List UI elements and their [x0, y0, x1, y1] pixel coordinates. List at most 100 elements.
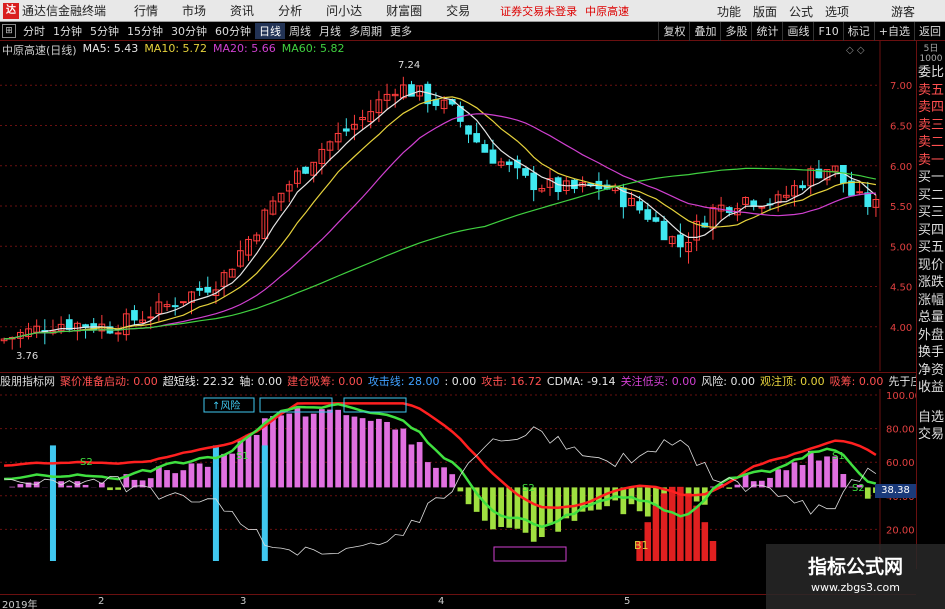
order-book-sidebar: 5日 1000 委比 卖五 卖四 卖三 卖二 卖一 买一 买二 买三 买四 买五 现价 涨跌 涨幅 总量 外盘换…	[916, 41, 945, 569]
indicator-value: 先于庄家: 0.00	[888, 375, 916, 388]
side-label[interactable]: 自选	[917, 409, 945, 427]
side-label[interactable]: 买四	[917, 222, 945, 240]
indicator-name[interactable]: 股朋指标网	[0, 373, 55, 389]
ma-legend: 中原高速(日线) MA5: 5.43 MA10: 5.72 MA20: 5.66…	[2, 42, 344, 58]
ma10-value: MA10: 5.72	[144, 42, 208, 55]
menu-item-market[interactable]: 市场	[170, 2, 218, 19]
indicator-bar	[408, 444, 415, 488]
side-label[interactable]: 买一	[917, 169, 945, 187]
indicator-bar	[807, 450, 814, 488]
candle-down	[530, 172, 538, 191]
side-label[interactable]: 交易	[917, 426, 945, 444]
stock-notice: 中原高速	[585, 4, 630, 18]
login-notice[interactable]: 证券交易未登录	[500, 3, 577, 19]
tool-button[interactable]: 复权	[658, 22, 689, 41]
period-tab[interactable]: 15分钟	[123, 23, 167, 39]
candle-down	[131, 310, 138, 321]
side-label[interactable]: 买五	[917, 239, 945, 257]
side-label[interactable]: 涨幅	[917, 292, 945, 310]
menu-item-function[interactable]: 功能	[711, 3, 747, 20]
period-tab-more[interactable]: 更多	[386, 23, 416, 39]
period-tab[interactable]: 5分钟	[86, 23, 123, 39]
grid-icon[interactable]: ⊞	[2, 24, 16, 38]
side-label[interactable]: 现价	[917, 257, 945, 275]
indicator-bar	[604, 487, 610, 507]
indicator-header: 股朋指标网 聚价准备启动: 0.00 超短线: 22.32 轴: 0.00 建仓吸筹: …	[0, 372, 916, 389]
period-tab-daily[interactable]: 日线	[255, 23, 285, 39]
side-label[interactable]: 涨跌	[917, 274, 945, 292]
period-tab[interactable]: 周线	[285, 23, 315, 39]
menu-item-wealth[interactable]: 财富圈	[374, 2, 434, 19]
menu-item-formula[interactable]: 公式	[783, 3, 819, 20]
menu-item-ask[interactable]: 问小达	[314, 2, 374, 19]
side-label[interactable]: 买三	[917, 204, 945, 222]
period-tab[interactable]: 60分钟	[211, 23, 255, 39]
indicator-bar	[335, 409, 341, 488]
candle-down	[571, 179, 578, 189]
candle-down	[636, 201, 643, 211]
tool-button[interactable]: 画线	[782, 22, 813, 41]
indicator-bar	[465, 487, 472, 505]
period-tab[interactable]: 30分钟	[167, 23, 211, 39]
side-label[interactable]: 卖四	[917, 99, 945, 117]
side-label[interactable]: 卖三	[917, 117, 945, 135]
indicator-value: 建仓吸筹: 0.00	[287, 375, 363, 388]
indicator-tick-label: 60.00	[886, 458, 915, 469]
tool-button-add-watchlist[interactable]: +自选	[873, 22, 914, 41]
side-label[interactable]: 卖二	[917, 134, 945, 152]
side-label[interactable]: 卖五	[917, 82, 945, 100]
watermark: 指标公式网 www.zbgs3.com	[766, 544, 945, 609]
side-label[interactable]: 净资	[917, 362, 945, 380]
indicator-bar	[824, 456, 830, 488]
side-label[interactable]: 委比	[917, 64, 945, 82]
indicator-bar	[229, 453, 236, 488]
side-label[interactable]: 换手	[917, 344, 945, 362]
indicator-value: 风险: 0.00	[701, 375, 755, 388]
menu-item-options[interactable]: 选项	[819, 3, 855, 20]
candle-down	[342, 128, 350, 132]
menu-item-news[interactable]: 资讯	[218, 2, 266, 19]
side-label[interactable]: 外盘	[917, 327, 945, 345]
tool-button-back[interactable]: 返回	[914, 22, 945, 41]
price-tick-label: 6.50	[890, 121, 912, 132]
price-tick-label: 5.00	[890, 242, 912, 253]
tool-button[interactable]: 统计	[751, 22, 782, 41]
indicator-bar	[82, 484, 89, 488]
indicator-chart[interactable]: 100.0080.0060.0040.0020.00↑风险S1S1S2S2S2B…	[0, 389, 916, 569]
indicator-value: CDMA: -9.14	[546, 374, 616, 388]
high-price-label: 7.24	[398, 60, 420, 71]
price-tick-label: 5.50	[890, 202, 912, 213]
indicator-bar	[253, 434, 260, 488]
indicator-bar	[204, 466, 211, 488]
indicator-bar	[384, 421, 390, 488]
side-label[interactable]: 买二	[917, 187, 945, 205]
menu-item-analysis[interactable]: 分析	[266, 2, 314, 19]
date-label: 4	[438, 596, 445, 607]
period-tab[interactable]: 1分钟	[49, 23, 86, 39]
candlestick-chart[interactable]: 7.00 6.50 6.00 5.50 5.00 4.50 4.00 7.24 3.76 ◇ ◇	[0, 41, 916, 371]
candle-down	[465, 125, 472, 135]
tool-button[interactable]: 叠加	[689, 22, 720, 41]
guest-user[interactable]: 游客	[891, 3, 915, 20]
menu-item-quote[interactable]: 行情	[122, 2, 170, 19]
indicator-bar	[66, 485, 73, 488]
period-tab[interactable]: 分时	[19, 23, 49, 39]
tool-button[interactable]: 标记	[842, 22, 874, 41]
menu-item-trade[interactable]: 交易	[434, 2, 482, 19]
indicator-bar	[343, 415, 350, 488]
side-label[interactable]: 卖一	[917, 152, 945, 170]
period-tab[interactable]: 月线	[315, 23, 345, 39]
menu-item-layout[interactable]: 版面	[747, 3, 783, 20]
indicator-bar	[17, 484, 24, 488]
indicator-bar	[196, 463, 203, 488]
indicator-bar	[799, 465, 806, 488]
period-tabs: 分时 1分钟 5分钟 15分钟 30分钟 60分钟 日线 周线 月线 多周期 更…	[19, 23, 416, 39]
price-tick-label: 4.50	[890, 283, 912, 294]
side-label[interactable]: 收益	[917, 379, 945, 397]
tool-button[interactable]: 多股	[720, 22, 751, 41]
tool-button[interactable]: F10	[813, 22, 842, 41]
signal-label: S2	[80, 457, 93, 468]
side-label[interactable]: 总量	[917, 309, 945, 327]
period-tab[interactable]: 多周期	[345, 23, 386, 39]
signal-box	[343, 397, 407, 413]
